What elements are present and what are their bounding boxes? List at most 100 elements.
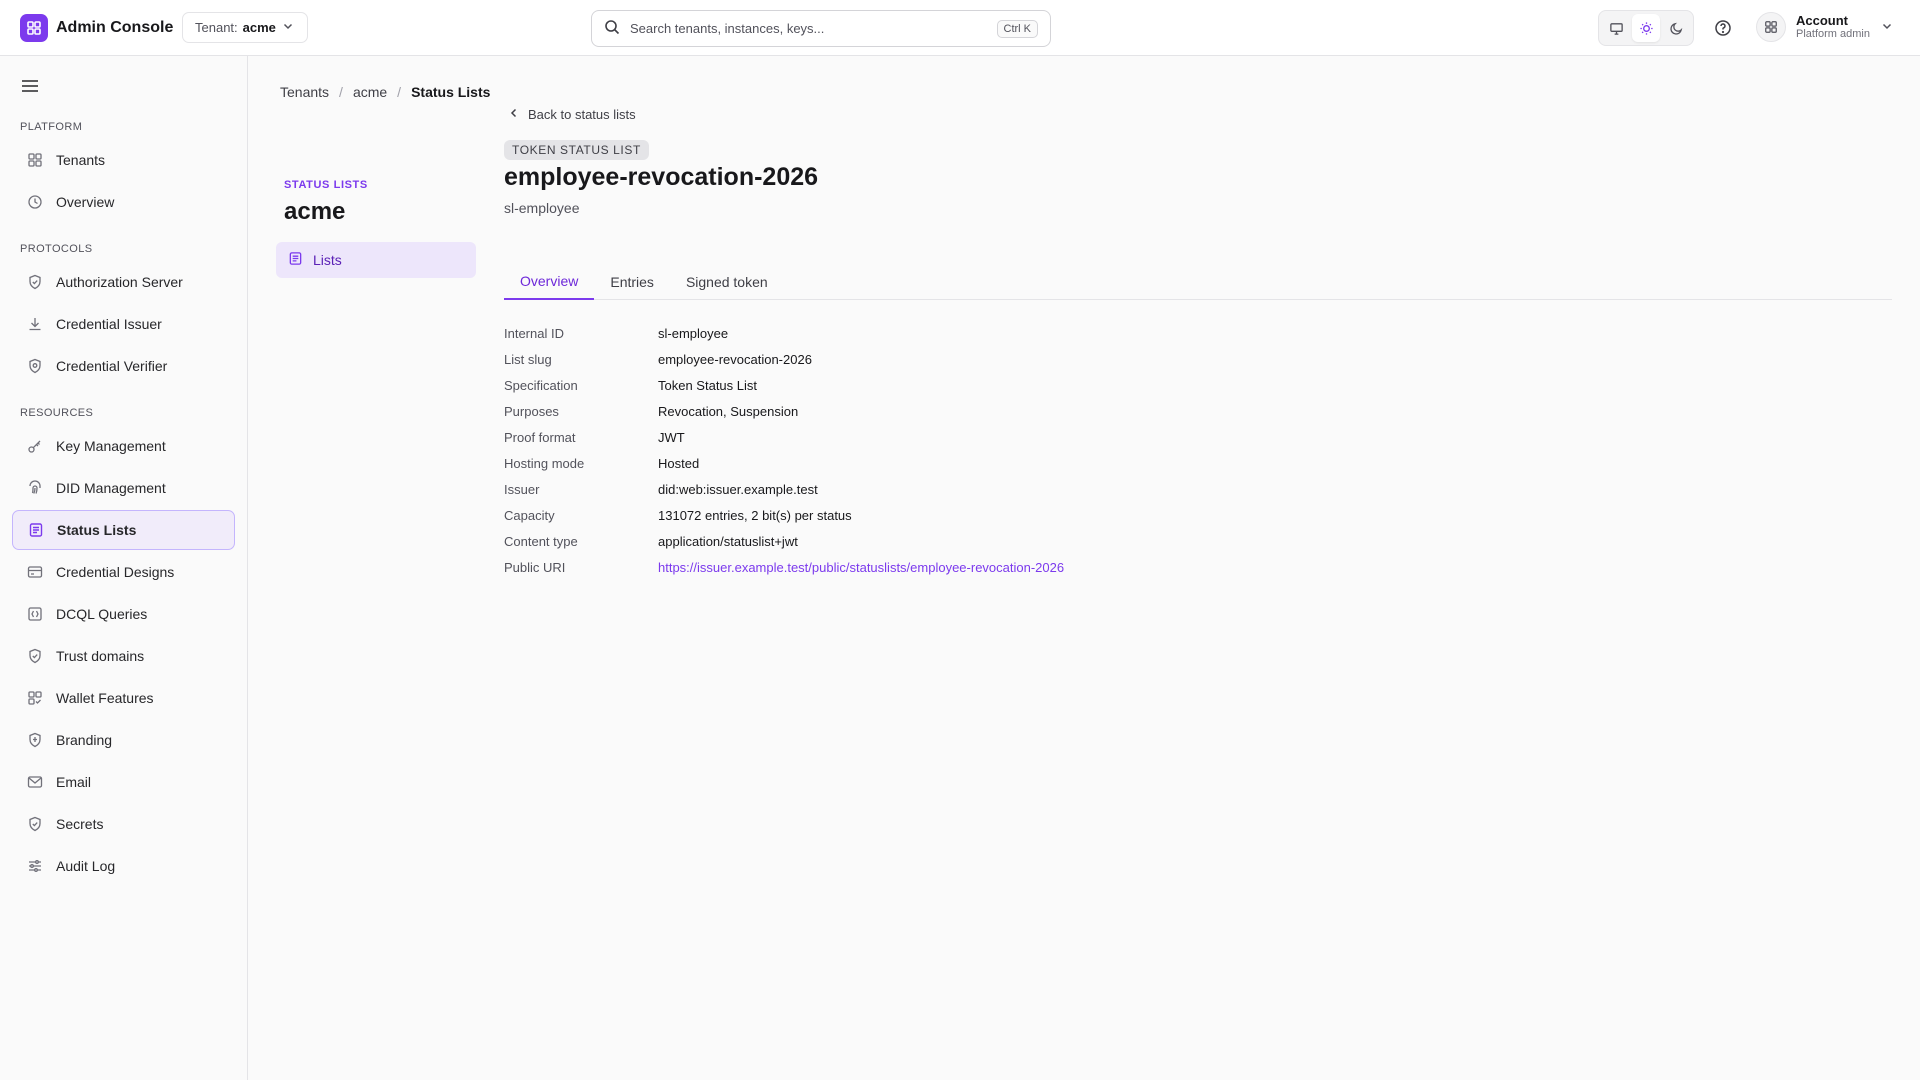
subnav-title: acme bbox=[284, 198, 346, 225]
sidebar-item-label: Credential Issuer bbox=[56, 316, 162, 332]
brand[interactable]: Admin Console bbox=[20, 14, 173, 42]
properties-list: Internal ID sl-employee List slug employ… bbox=[504, 320, 1064, 580]
tab-entries[interactable]: Entries bbox=[594, 264, 670, 300]
monitor-icon[interactable] bbox=[1602, 14, 1630, 42]
app-logo-icon bbox=[20, 14, 48, 42]
sidebar-item-credential-designs[interactable]: Credential Designs bbox=[12, 552, 235, 592]
sidebar-item-overview[interactable]: Overview bbox=[12, 182, 235, 222]
property-label: Proof format bbox=[504, 429, 576, 445]
public-uri-link[interactable]: https://issuer.example.test/public/statu… bbox=[658, 560, 1064, 575]
search-input[interactable] bbox=[630, 21, 987, 36]
shield-icon bbox=[26, 357, 44, 375]
property-row: Hosting mode Hosted bbox=[504, 450, 1064, 476]
breadcrumb-tenant[interactable]: acme bbox=[353, 84, 387, 100]
chevron-left-icon bbox=[508, 107, 520, 122]
shield-check-icon bbox=[26, 647, 44, 665]
sidebar: PLATFORM Tenants Overview PROTOCOLS Auth… bbox=[0, 56, 248, 1080]
sidebar-item-label: Authorization Server bbox=[56, 274, 183, 290]
sidebar-item-trust-domains[interactable]: Trust domains bbox=[12, 636, 235, 676]
sidebar-item-label: Status Lists bbox=[57, 522, 137, 538]
property-row: Issuer did:web:issuer.example.test bbox=[504, 476, 1064, 502]
fingerprint-icon bbox=[26, 479, 44, 497]
sidebar-section-resources: RESOURCES bbox=[20, 407, 94, 419]
sidebar-item-did-management[interactable]: DID Management bbox=[12, 468, 235, 508]
sidebar-item-audit-log[interactable]: Audit Log bbox=[12, 846, 235, 886]
sidebar-item-label: Email bbox=[56, 774, 92, 790]
hamburger-menu-icon[interactable] bbox=[18, 74, 42, 98]
sidebar-item-secrets[interactable]: Secrets bbox=[12, 804, 235, 844]
card-icon bbox=[26, 563, 44, 581]
property-label: Specification bbox=[504, 377, 578, 393]
sidebar-item-label: Key Management bbox=[56, 438, 166, 454]
property-row: List slug employee-revocation-2026 bbox=[504, 346, 1064, 372]
property-label: Hosting mode bbox=[504, 455, 585, 471]
page-subtitle: sl-employee bbox=[504, 200, 580, 216]
property-value: Revocation, Suspension bbox=[658, 403, 799, 419]
chevron-down-icon bbox=[1880, 19, 1894, 36]
query-icon bbox=[26, 605, 44, 623]
search-shortcut-hint: Ctrl K bbox=[996, 19, 1038, 38]
sidebar-item-label: DCQL Queries bbox=[56, 606, 148, 622]
tab-overview[interactable]: Overview bbox=[504, 264, 595, 300]
download-icon bbox=[26, 315, 44, 333]
property-value: employee-revocation-2026 bbox=[658, 351, 812, 367]
breadcrumb-tenants[interactable]: Tenants bbox=[280, 84, 329, 100]
top-bar: Admin Console Tenant: acme Ctrl K bbox=[0, 0, 1920, 56]
sidebar-item-status-lists[interactable]: Status Lists bbox=[12, 510, 235, 550]
property-row: Proof format JWT bbox=[504, 424, 1064, 450]
property-label: Issuer bbox=[504, 481, 540, 497]
global-search[interactable]: Ctrl K bbox=[591, 10, 1051, 47]
moon-icon[interactable] bbox=[1662, 14, 1690, 42]
sidebar-item-label: Overview bbox=[56, 194, 115, 210]
sidebar-item-label: DID Management bbox=[56, 480, 166, 496]
tenant-selector[interactable]: Tenant: acme bbox=[182, 12, 308, 43]
sidebar-item-wallet-features[interactable]: Wallet Features bbox=[12, 678, 235, 718]
subnav-section-label: STATUS LISTS bbox=[284, 179, 368, 191]
sun-icon[interactable] bbox=[1632, 14, 1660, 42]
account-menu[interactable]: Account Platform admin bbox=[1756, 12, 1894, 42]
sidebar-item-tenants[interactable]: Tenants bbox=[12, 140, 235, 180]
property-value: Token Status List bbox=[658, 377, 757, 393]
property-row: Public URI https://issuer.example.test/p… bbox=[504, 554, 1064, 580]
account-text: Account Platform admin bbox=[1796, 13, 1870, 42]
tab-signed-token[interactable]: Signed token bbox=[670, 264, 784, 300]
property-value: Hosted bbox=[658, 455, 700, 471]
shield-check-icon bbox=[26, 815, 44, 833]
sidebar-item-dcql-queries[interactable]: DCQL Queries bbox=[12, 594, 235, 634]
property-label: Public URI bbox=[504, 559, 566, 575]
list-icon bbox=[288, 251, 303, 269]
sidebar-item-label: Audit Log bbox=[56, 858, 116, 874]
tenant-selector-label: Tenant: bbox=[195, 20, 238, 35]
clock-icon bbox=[26, 193, 44, 211]
sidebar-item-email[interactable]: Email bbox=[12, 762, 235, 802]
property-value: did:web:issuer.example.test bbox=[658, 481, 818, 497]
shield-check-icon bbox=[26, 273, 44, 291]
sidebar-item-authorization-server[interactable]: Authorization Server bbox=[12, 262, 235, 302]
sliders-icon bbox=[26, 857, 44, 875]
property-label: Internal ID bbox=[504, 325, 564, 341]
breadcrumb-current: Status Lists bbox=[411, 84, 491, 100]
theme-switcher bbox=[1598, 10, 1694, 46]
property-row: Capacity 131072 entries, 2 bit(s) per st… bbox=[504, 502, 1064, 528]
subnav-item-lists[interactable]: Lists bbox=[276, 242, 476, 278]
property-label: Content type bbox=[504, 533, 578, 549]
grid-icon bbox=[26, 151, 44, 169]
key-icon bbox=[26, 437, 44, 455]
sidebar-item-credential-issuer[interactable]: Credential Issuer bbox=[12, 304, 235, 344]
grid-check-icon bbox=[26, 689, 44, 707]
avatar bbox=[1756, 12, 1786, 42]
property-value: application/statuslist+jwt bbox=[658, 533, 798, 549]
back-to-status-lists-link[interactable]: Back to status lists bbox=[508, 107, 636, 122]
property-label: Purposes bbox=[504, 403, 559, 419]
sidebar-item-credential-verifier[interactable]: Credential Verifier bbox=[12, 346, 235, 386]
app-title: Admin Console bbox=[56, 19, 174, 36]
sidebar-item-branding[interactable]: Branding bbox=[12, 720, 235, 760]
property-value: JWT bbox=[658, 429, 685, 445]
sidebar-item-label: Credential Verifier bbox=[56, 358, 168, 374]
help-icon[interactable] bbox=[1709, 14, 1737, 42]
page-title: employee-revocation-2026 bbox=[504, 163, 819, 191]
sidebar-item-key-management[interactable]: Key Management bbox=[12, 426, 235, 466]
back-link-label: Back to status lists bbox=[528, 107, 636, 122]
breadcrumb-separator: / bbox=[339, 84, 343, 100]
tenant-selector-value: acme bbox=[242, 20, 276, 35]
